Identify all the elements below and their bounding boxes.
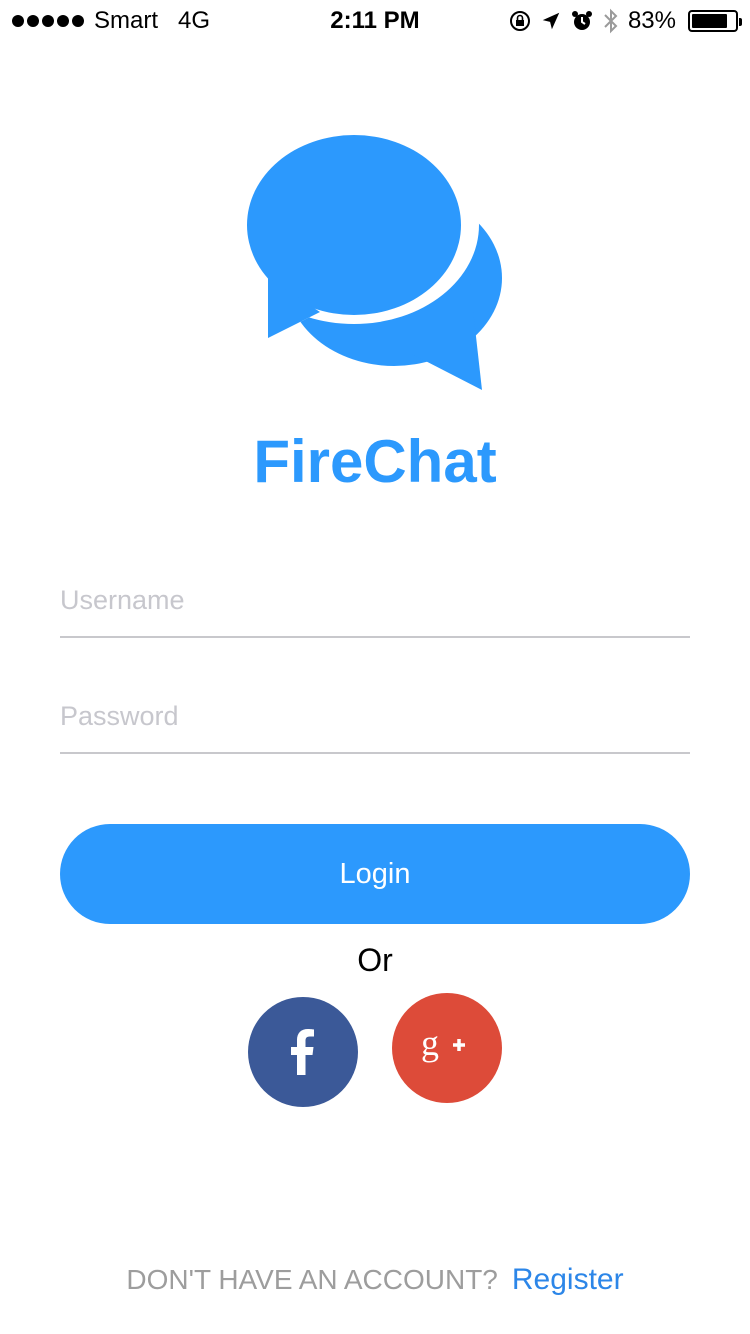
password-field	[60, 674, 690, 754]
username-field	[60, 558, 690, 638]
status-bar: Smart 4G 2:11 PM 83%	[0, 0, 750, 40]
facebook-icon	[291, 1029, 314, 1075]
battery-icon	[688, 10, 742, 32]
login-button[interactable]: Login	[60, 824, 690, 924]
facebook-login-button[interactable]	[248, 997, 358, 1107]
register-link[interactable]: Register	[512, 1263, 624, 1296]
battery-percent: 83%	[627, 7, 676, 34]
status-right: 83%	[508, 6, 742, 36]
google-plus-icon: g	[421, 1023, 465, 1063]
alarm-clock-icon	[571, 11, 592, 30]
app-title: FireChat	[253, 428, 497, 495]
bluetooth-icon	[604, 8, 618, 34]
rotation-lock-icon	[509, 11, 530, 31]
or-divider-label: Or	[357, 942, 393, 978]
register-prompt: DON'T HAVE AN ACCOUNT? Register	[0, 1260, 750, 1300]
password-input[interactable]	[60, 674, 690, 752]
location-arrow-icon	[542, 12, 560, 30]
no-account-label: DON'T HAVE AN ACCOUNT?	[126, 1264, 498, 1295]
battery-level	[692, 14, 727, 28]
chat-bubbles-icon	[240, 128, 502, 390]
svg-text:g: g	[421, 1023, 439, 1063]
username-input[interactable]	[60, 558, 690, 636]
google-plus-login-button[interactable]: g	[392, 993, 502, 1103]
